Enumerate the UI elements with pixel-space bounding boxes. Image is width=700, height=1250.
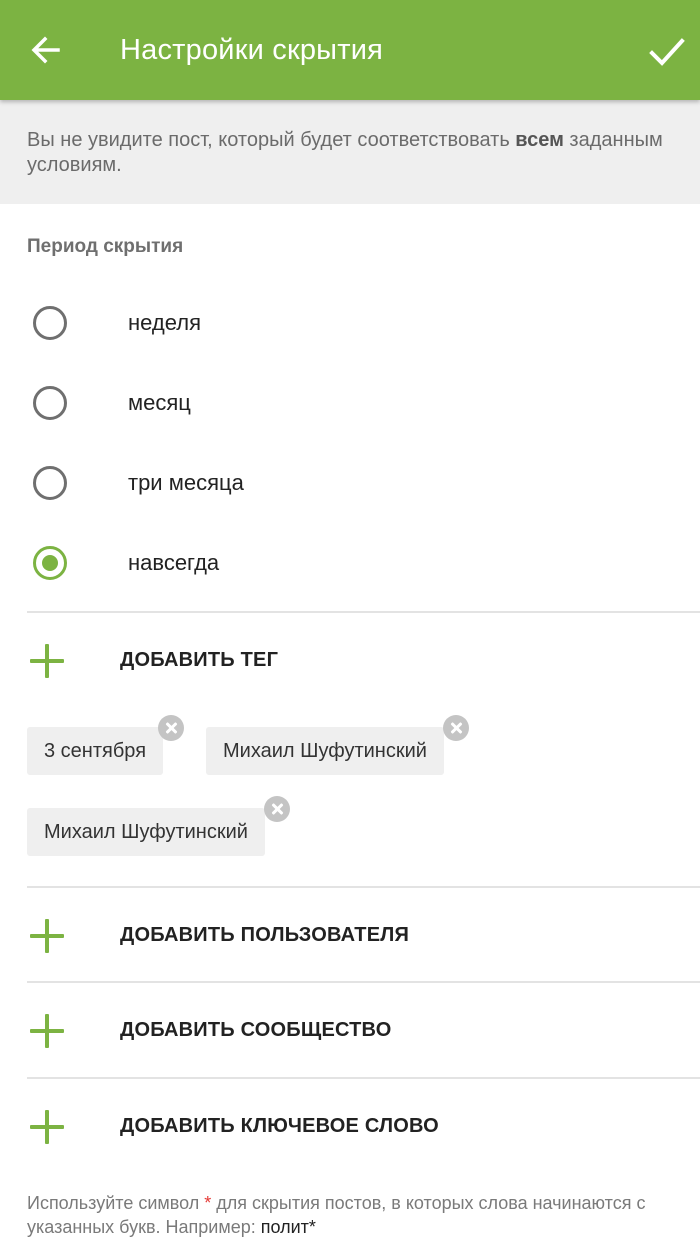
period-section-title: Период скрытия — [27, 236, 184, 257]
add-community-button[interactable]: ДОБАВИТЬ СООБЩЕСТВО — [0, 983, 700, 1077]
plus-icon — [30, 1110, 64, 1144]
radio-button[interactable] — [33, 466, 67, 500]
radio-option-week[interactable]: неделя — [0, 283, 700, 363]
hint-text-1: Используйте символ — [27, 1193, 205, 1213]
remove-chip-icon[interactable] — [264, 796, 290, 822]
add-tag-label: ДОБАВИТЬ ТЕГ — [120, 649, 279, 671]
radio-button-selected[interactable] — [33, 546, 67, 580]
radio-button[interactable] — [33, 386, 67, 420]
radio-option-month[interactable]: месяц — [0, 363, 700, 443]
info-text-start: Вы не увидите пост, который будет соотве… — [27, 129, 516, 151]
tag-chip-label: Михаил Шуфутинский — [223, 740, 427, 762]
tag-chip-label: 3 сентября — [44, 740, 147, 762]
radio-button[interactable] — [33, 306, 67, 340]
add-user-label: ДОБАВИТЬ ПОЛЬЗОВАТЕЛЯ — [120, 924, 410, 946]
add-community-label: ДОБАВИТЬ СООБЩЕСТВО — [120, 1019, 392, 1041]
remove-chip-icon[interactable] — [443, 715, 469, 741]
check-icon[interactable] — [644, 30, 688, 74]
plus-icon — [30, 1014, 64, 1048]
radio-label: месяц — [128, 390, 191, 415]
tag-chip: Михаил Шуфутинский — [206, 727, 444, 775]
add-keyword-label: ДОБАВИТЬ КЛЮЧЕВОЕ СЛОВО — [120, 1115, 439, 1137]
remove-chip-icon[interactable] — [158, 715, 184, 741]
radio-label: навсегда — [128, 550, 220, 575]
add-tag-button[interactable]: ДОБАВИТЬ ТЕГ — [0, 613, 700, 707]
plus-icon — [30, 644, 64, 678]
info-text-bold: всем — [515, 129, 564, 151]
tag-chip: 3 сентября — [27, 727, 164, 775]
add-user-button[interactable]: ДОБАВИТЬ ПОЛЬЗОВАТЕЛЯ — [0, 888, 700, 982]
hint-example: полит* — [260, 1217, 316, 1237]
radio-option-forever[interactable]: навсегда — [0, 523, 700, 603]
radio-label: неделя — [128, 310, 201, 335]
radio-option-three-months[interactable]: три месяца — [0, 443, 700, 523]
tag-chip: Михаил Шуфутинский — [27, 808, 265, 856]
tag-chip-label: Михаил Шуфутинский — [44, 821, 248, 843]
info-banner: Вы не увидите пост, который будет соотве… — [0, 100, 700, 204]
app-bar: Настройки скрытия — [0, 0, 700, 100]
page-title: Настройки скрытия — [120, 34, 383, 66]
add-keyword-button[interactable]: ДОБАВИТЬ КЛЮЧЕВОЕ СЛОВО — [0, 1079, 700, 1173]
plus-icon — [30, 919, 64, 953]
keyword-hint: Используйте символ * для скрытия постов,… — [27, 1191, 687, 1239]
arrow-left-icon[interactable] — [26, 30, 66, 70]
radio-label: три месяца — [128, 470, 244, 495]
